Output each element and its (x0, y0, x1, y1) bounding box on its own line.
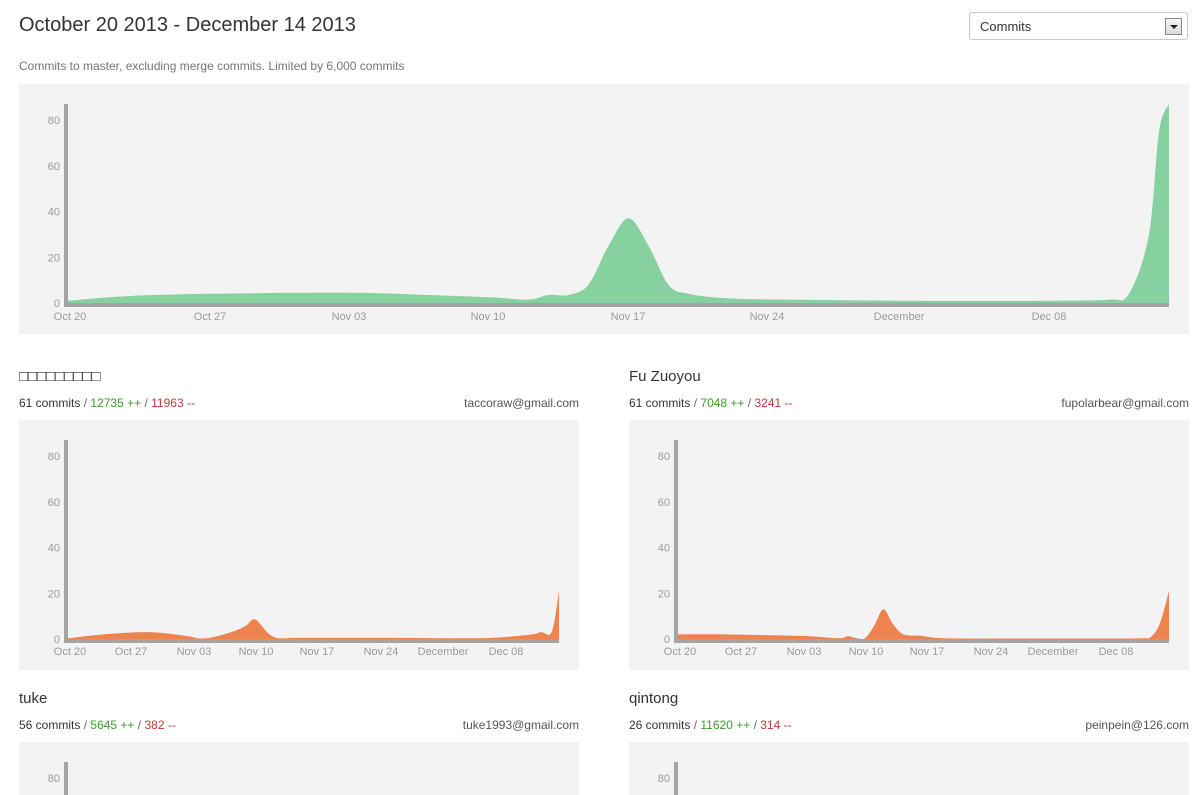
x-tick-label: Nov 17 (300, 646, 335, 658)
separator: / (137, 718, 142, 732)
commit-count[interactable]: 61 commits (629, 396, 690, 410)
overall-commits-chart: 0 20 40 60 80 Oct 20 Oct 27 Nov 03 Nov 10 Nov 17 N… (19, 84, 1189, 334)
deletions-count: 382 -- (144, 718, 176, 732)
chart-svg: 80 (48, 762, 68, 795)
y-tick-label: 20 (658, 588, 670, 600)
x-tick-label: Nov 24 (750, 311, 785, 323)
x-tick-label: Oct 20 (54, 311, 86, 323)
deletions-count: 314 -- (760, 718, 792, 732)
x-tick-label: Nov 03 (787, 646, 822, 658)
contributor-chart-2: 0 20 40 60 80 Oct 20 Oct 27 Nov 03 Nov 10 Nov 17 N… (629, 420, 1189, 670)
x-tick-label: Oct 27 (725, 646, 757, 658)
y-tick-label: 80 (48, 773, 60, 785)
x-tick-label: Nov 24 (974, 646, 1009, 658)
contributor-stats: 26 commits / 11620 ++ / 314 -- (629, 718, 792, 732)
x-tick-label: Nov 03 (177, 646, 212, 658)
contributor-stats: 61 commits / 12735 ++ / 11963 -- (19, 396, 195, 410)
y-tick-label: 60 (48, 161, 60, 173)
chart-subtitle: Commits to master, excluding merge commi… (19, 59, 405, 73)
contributor-email: fupolarbear@gmail.com (1061, 396, 1189, 410)
page-title: October 20 2013 - December 14 2013 (19, 14, 356, 36)
x-tick-label: Nov 10 (471, 311, 506, 323)
separator: / (693, 718, 698, 732)
x-tick-label: December (1028, 646, 1079, 658)
x-tick-label: Nov 17 (611, 311, 646, 323)
contributor-name[interactable]: qintong (629, 690, 678, 707)
x-tick-label: Dec 08 (1099, 646, 1134, 658)
y-tick-label: 20 (48, 252, 60, 264)
x-tick-label: Oct 27 (194, 311, 226, 323)
commit-count[interactable]: 61 commits (19, 396, 80, 410)
y-tick-label: 80 (658, 451, 670, 463)
x-tick-label: Dec 08 (1032, 311, 1067, 323)
contributor-name[interactable]: Fu Zuoyou (629, 368, 701, 385)
deletions-count: 11963 -- (151, 396, 195, 410)
y-tick-label: 0 (54, 634, 60, 646)
contributor-stats: 56 commits / 5645 ++ / 382 -- (19, 718, 176, 732)
y-tick-label: 60 (658, 497, 670, 509)
y-tick-label: 80 (48, 115, 60, 127)
x-tick-label: Nov 03 (332, 311, 367, 323)
additions-count: 12735 ++ (90, 396, 142, 410)
x-tick-label: Nov 10 (849, 646, 884, 658)
y-tick-label: 0 (664, 634, 670, 646)
separator: / (83, 718, 88, 732)
x-tick-label: Oct 20 (664, 646, 696, 658)
chart-svg: 0 20 40 60 80 Oct 20 Oct 27 Nov 03 Nov 10 Nov 17 N… (658, 440, 1169, 658)
chevron-down-icon[interactable] (1165, 18, 1182, 35)
contributor-chart-1: 0 20 40 60 80 Oct 20 Oct 27 Nov 03 Nov 10 Nov 17 N… (19, 420, 579, 670)
chart-svg: 0 20 40 60 80 Oct 20 Oct 27 Nov 03 Nov 10 Nov 17 N… (48, 104, 1169, 323)
x-tick-label: Nov 17 (910, 646, 945, 658)
contributor-card-4: qintong 26 commits / 11620 ++ / 314 -- p… (629, 690, 1189, 740)
additions-count: 7048 ++ (700, 396, 745, 410)
contributor-stats: 61 commits / 7048 ++ / 3241 -- (629, 396, 793, 410)
contributor-name[interactable]: tuke (19, 690, 47, 707)
commits-area-series (678, 591, 1169, 640)
x-tick-label: December (874, 311, 925, 323)
additions-count: 11620 ++ (700, 718, 751, 732)
x-tick-label: Dec 08 (489, 646, 524, 658)
y-tick-label: 40 (658, 543, 670, 555)
separator: / (693, 396, 698, 410)
commits-area-series (68, 591, 559, 639)
contributor-card-3: tuke 56 commits / 5645 ++ / 382 -- tuke1… (19, 690, 579, 740)
x-tick-label: Nov 10 (239, 646, 274, 658)
separator: / (747, 396, 752, 410)
separator: / (144, 396, 148, 410)
y-tick-label: 80 (658, 773, 670, 785)
metric-select-value: Commits (980, 19, 1032, 34)
separator: / (83, 396, 88, 410)
chart-svg: 80 (658, 762, 678, 795)
chart-svg: 0 20 40 60 80 Oct 20 Oct 27 Nov 03 Nov 10 Nov 17 N… (48, 440, 559, 658)
y-tick-label: 80 (48, 451, 60, 463)
deletions-count: 3241 -- (754, 396, 793, 410)
y-tick-label: 60 (48, 497, 60, 509)
contributor-name[interactable]: □□□□□□□□□ (19, 368, 101, 385)
commits-area-series (68, 104, 1169, 303)
commit-count[interactable]: 26 commits (629, 718, 690, 732)
commit-count[interactable]: 56 commits (19, 718, 80, 732)
contributor-email: tuke1993@gmail.com (462, 718, 579, 732)
x-tick-label: Oct 20 (54, 646, 86, 658)
y-tick-label: 0 (54, 298, 60, 310)
y-tick-label: 40 (48, 207, 60, 219)
additions-count: 5645 ++ (90, 718, 135, 732)
x-tick-label: Oct 27 (115, 646, 147, 658)
y-tick-label: 40 (48, 543, 60, 555)
contributor-email: peinpein@126.com (1085, 718, 1189, 732)
contributor-chart-4: 80 (629, 742, 1189, 795)
contributor-email: taccoraw@gmail.com (464, 396, 579, 410)
x-tick-label: Nov 24 (364, 646, 399, 658)
contributor-chart-3: 80 (19, 742, 579, 795)
metric-select[interactable]: Commits (969, 12, 1188, 40)
separator: / (753, 718, 757, 732)
x-tick-label: December (418, 646, 469, 658)
y-tick-label: 20 (48, 588, 60, 600)
